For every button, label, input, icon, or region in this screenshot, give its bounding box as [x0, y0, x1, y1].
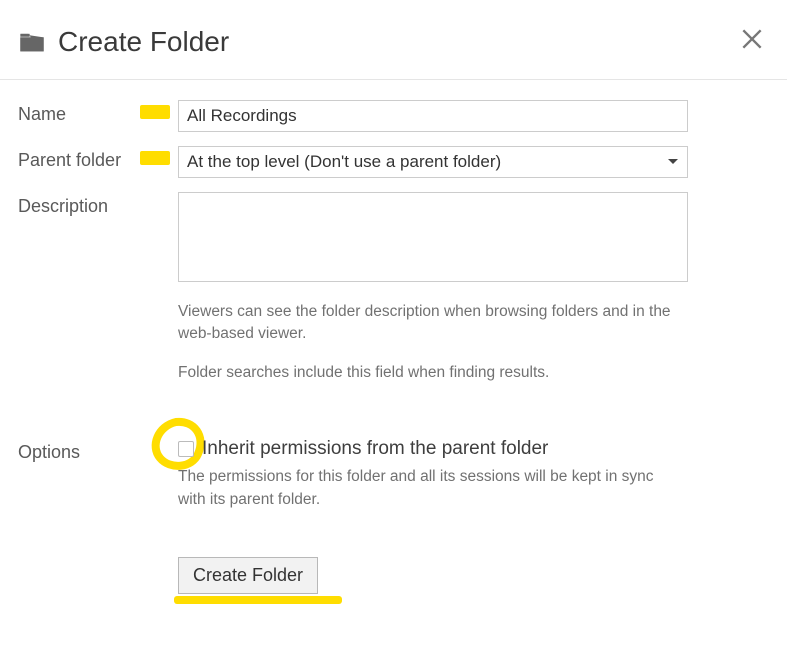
description-label: Description: [18, 192, 178, 217]
options-label: Options: [18, 438, 178, 463]
required-highlight: [140, 105, 170, 119]
description-control: Viewers can see the folder description w…: [178, 192, 769, 384]
inherit-help: The permissions for this folder and all …: [178, 466, 678, 511]
close-button[interactable]: [735, 22, 769, 61]
description-help-1: Viewers can see the folder description w…: [178, 301, 688, 346]
description-row: Description Viewers can see the folder d…: [18, 192, 769, 384]
submit-wrap: Create Folder: [178, 557, 318, 594]
dialog-title: Create Folder: [58, 26, 229, 58]
options-row: Options Inherit permissions from the par…: [18, 438, 769, 594]
name-row: Name: [18, 100, 769, 132]
parent-select[interactable]: At the top level (Don't use a parent fol…: [178, 146, 688, 178]
title-group: Create Folder: [18, 26, 229, 58]
description-help: Viewers can see the folder description w…: [178, 301, 688, 384]
inherit-checkbox-label: Inherit permissions from the parent fold…: [202, 438, 548, 460]
parent-select-value: At the top level (Don't use a parent fol…: [187, 152, 501, 172]
inherit-checkbox[interactable]: [178, 441, 194, 457]
folder-icon: [18, 30, 46, 54]
name-input[interactable]: [178, 100, 688, 132]
description-help-2: Folder searches include this field when …: [178, 362, 688, 384]
dialog-header: Create Folder: [0, 0, 787, 79]
parent-row: Parent folder At the top level (Don't us…: [18, 146, 769, 178]
chevron-down-icon: [667, 153, 679, 171]
description-input[interactable]: [178, 192, 688, 282]
name-control: [178, 100, 769, 132]
close-icon: [739, 39, 765, 56]
required-highlight: [140, 151, 170, 165]
options-content: Inherit permissions from the parent fold…: [178, 438, 769, 594]
create-folder-button[interactable]: Create Folder: [178, 557, 318, 594]
highlight-underline-annotation: [174, 596, 342, 604]
inherit-checkbox-row: Inherit permissions from the parent fold…: [178, 438, 769, 460]
form-body: Name Parent folder At the top level (Don…: [0, 80, 787, 614]
parent-control: At the top level (Don't use a parent fol…: [178, 146, 769, 178]
